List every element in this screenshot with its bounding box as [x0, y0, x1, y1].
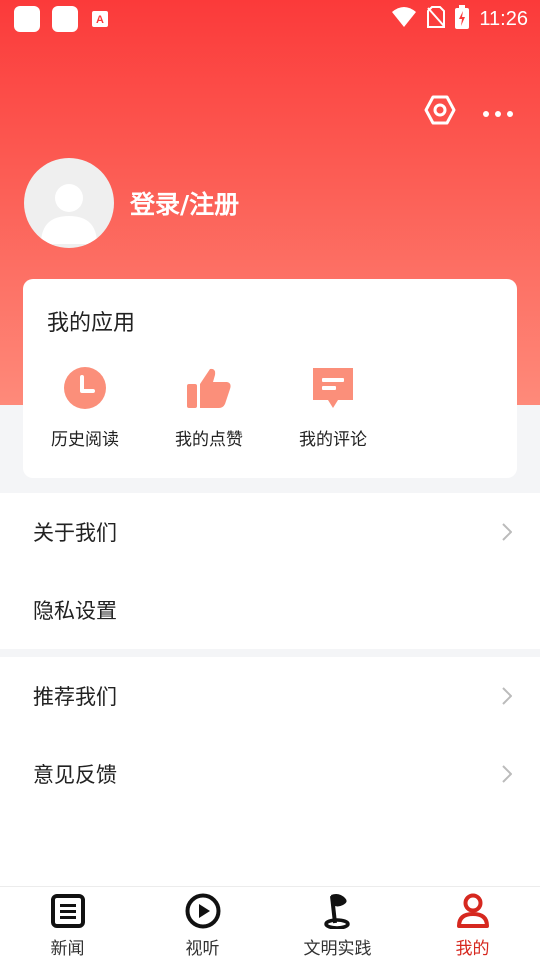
tab-label: 文明实践	[303, 939, 372, 959]
tab-mine[interactable]: 我的	[405, 887, 540, 960]
app-label: 我的评论	[299, 430, 367, 450]
settings-button[interactable]	[424, 94, 456, 130]
chevron-right-icon	[502, 765, 512, 783]
battery-charging-icon	[455, 5, 470, 33]
content-filler	[0, 813, 540, 886]
tab-civilization-practice[interactable]: 文明实践	[270, 887, 405, 960]
app-my-comments[interactable]: 我的评论	[271, 365, 395, 450]
flag-icon	[320, 893, 356, 929]
status-time: 11:26	[479, 7, 528, 30]
login-register-link[interactable]: 登录/注册	[130, 185, 239, 221]
menu-item-recommend-us[interactable]: 推荐我们	[0, 657, 540, 735]
my-apps-title: 我的应用	[47, 311, 136, 336]
tab-label: 新闻	[50, 939, 85, 959]
status-bar: A 11:26	[0, 0, 540, 38]
app-square-icon	[14, 6, 40, 32]
app-a-icon: A	[90, 9, 110, 29]
menu-label: 推荐我们	[33, 685, 117, 709]
app-label: 我的点赞	[175, 430, 243, 450]
no-sim-icon	[427, 6, 446, 32]
app-my-likes[interactable]: 我的点赞	[147, 365, 271, 450]
tab-audio-video[interactable]: 视听	[135, 887, 270, 960]
clock-icon	[62, 365, 108, 411]
menu-item-about-us[interactable]: 关于我们	[0, 493, 540, 571]
menu-item-feedback[interactable]: 意见反馈	[0, 735, 540, 813]
app-label: 历史阅读	[51, 430, 119, 450]
tab-label: 视听	[185, 939, 220, 959]
chevron-right-icon	[502, 687, 512, 705]
app-history-reading[interactable]: 历史阅读	[23, 365, 147, 450]
thumbs-up-icon	[186, 365, 232, 411]
menu-label: 隐私设置	[33, 599, 117, 623]
default-avatar-icon	[39, 178, 99, 248]
more-dots-icon	[482, 103, 514, 122]
app-square-icon	[52, 6, 78, 32]
tab-label: 我的	[455, 939, 490, 959]
play-icon	[185, 893, 221, 929]
tab-news[interactable]: 新闻	[0, 887, 135, 960]
menu-group-about: 关于我们 隐私设置	[0, 493, 540, 649]
svg-text:A: A	[96, 14, 104, 26]
more-button[interactable]	[482, 103, 514, 122]
wifi-icon	[391, 6, 417, 32]
avatar[interactable]	[24, 158, 114, 248]
my-apps-card: 我的应用 历史阅读 我的点赞 我的评论	[23, 279, 517, 478]
comment-icon	[310, 365, 356, 411]
menu-label: 关于我们	[33, 521, 117, 545]
my-apps-grid: 历史阅读 我的点赞 我的评论	[23, 365, 395, 450]
menu-label: 意见反馈	[33, 763, 117, 787]
header-actions	[424, 94, 514, 130]
hexagon-settings-icon	[424, 94, 456, 130]
chevron-right-icon	[502, 523, 512, 541]
profile-section: 登录/注册	[24, 158, 239, 248]
menu-group-feedback: 推荐我们 意见反馈	[0, 657, 540, 813]
menu-item-privacy-settings[interactable]: 隐私设置	[0, 571, 540, 649]
bottom-navigation: 新闻 视听 文明实践 我的	[0, 886, 540, 960]
person-icon	[455, 893, 491, 929]
news-icon	[50, 893, 86, 929]
